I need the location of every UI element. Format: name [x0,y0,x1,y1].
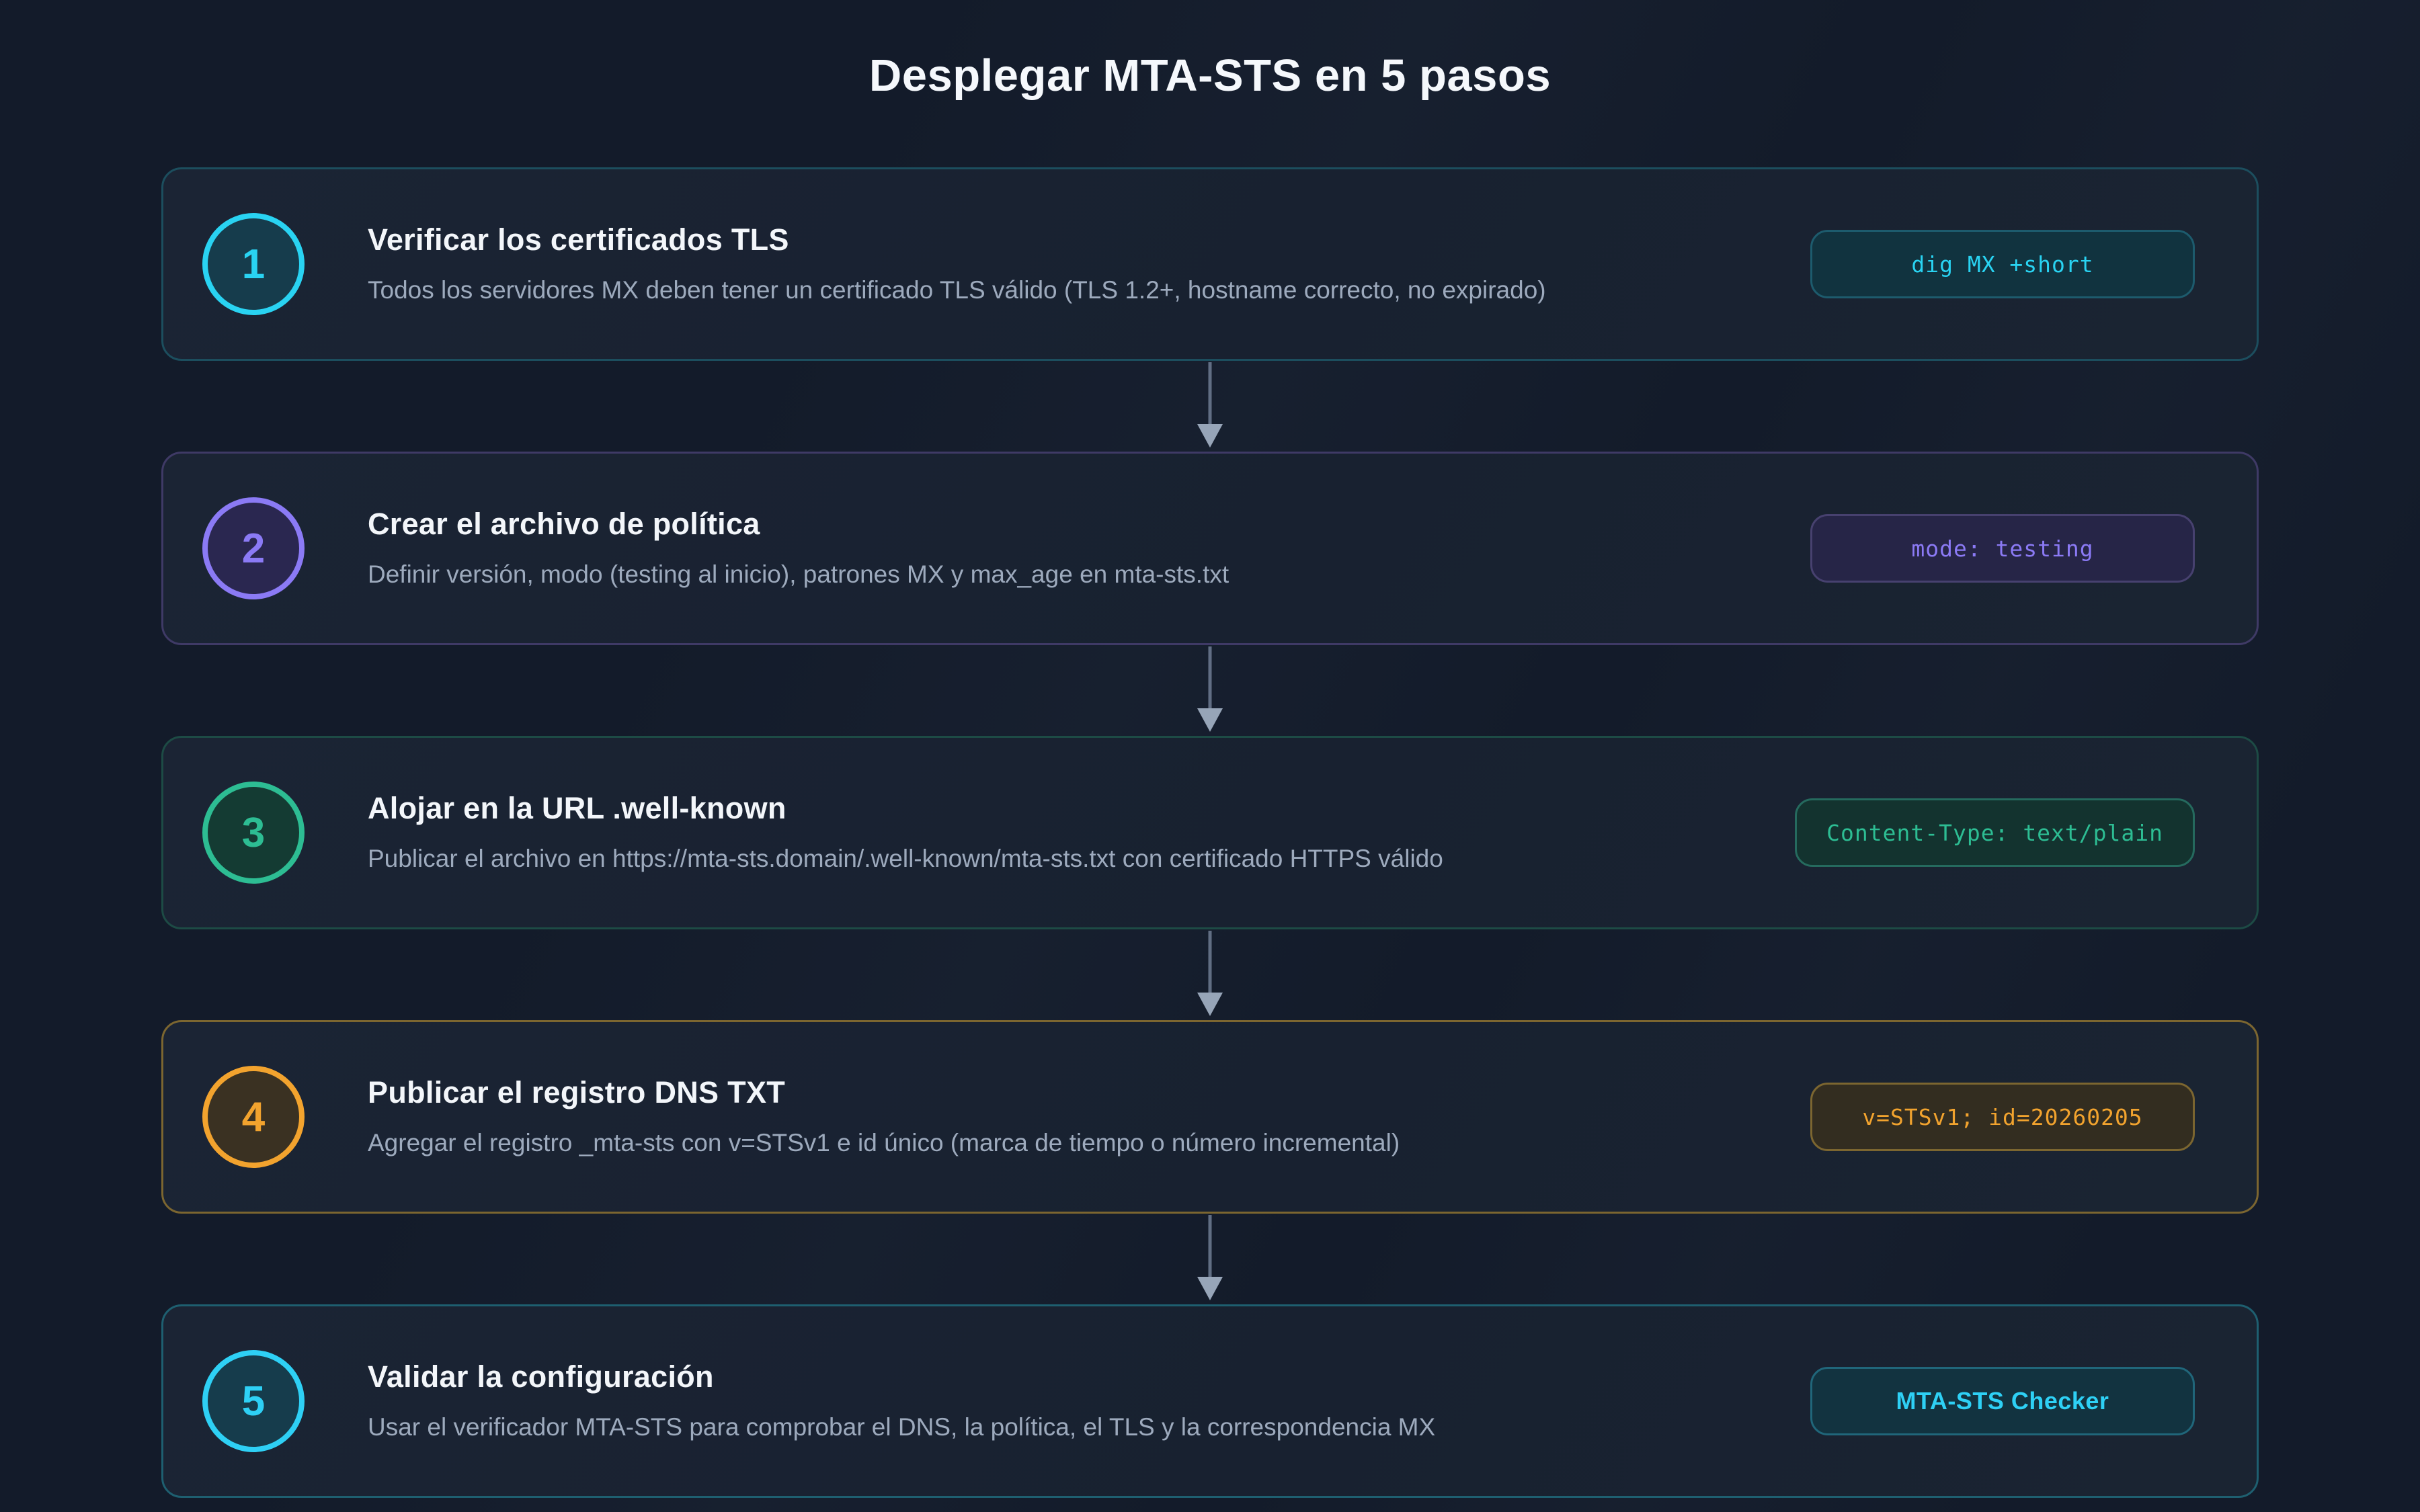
step-description: Agregar el registro _mta-sts con v=STSv1… [368,1128,1400,1159]
arrow-line [1209,931,1212,994]
arrow-down-icon [1197,424,1223,448]
step-code-badge: Content-Type: text/plain [1795,798,2195,867]
arrow-down-icon [1197,993,1223,1016]
step-description: Usar el verificador MTA-STS para comprob… [368,1412,1435,1443]
step-texts: Validar la configuración Usar el verific… [368,1359,1435,1443]
step-number-circle: 5 [202,1350,305,1452]
step-number: 3 [242,809,265,857]
arrow-down-icon [1197,1277,1223,1300]
flow-connector [161,929,2259,1020]
step-texts: Publicar el registro DNS TXT Agregar el … [368,1075,1400,1159]
step-texts: Alojar en la URL .well-known Publicar el… [368,791,1443,874]
step-number-circle: 1 [202,213,305,315]
step-description: Todos los servidores MX deben tener un c… [368,275,1546,306]
step-number: 2 [242,525,265,573]
step-description: Publicar el archivo en https://mta-sts.d… [368,843,1443,874]
step-code-badge: dig MX +short [1810,230,2195,298]
flow-connector [161,361,2259,452]
step-title: Validar la configuración [368,1359,1435,1394]
mta-sts-infographic: Desplegar MTA-STS en 5 pasos 1 Verificar… [0,0,2420,1512]
step-card-4-highlighted: 4 Publicar el registro DNS TXT Agregar e… [161,1020,2259,1214]
flow-connector [161,645,2259,736]
arrow-down-icon [1197,708,1223,732]
page-title: Desplegar MTA-STS en 5 pasos [0,0,2420,101]
arrow-line [1209,1215,1212,1278]
step-card-5: 5 Validar la configuración Usar el verif… [161,1304,2259,1498]
step-number-circle: 4 [202,1066,305,1168]
step-title: Alojar en la URL .well-known [368,791,1443,826]
step-title: Crear el archivo de política [368,507,1229,542]
step-number: 5 [242,1378,265,1425]
step-card-2: 2 Crear el archivo de política Definir v… [161,452,2259,645]
mta-sts-checker-button[interactable]: MTA-STS Checker [1810,1367,2195,1435]
step-card-1: 1 Verificar los certificados TLS Todos l… [161,167,2259,361]
arrow-line [1209,646,1212,710]
step-number: 4 [242,1093,265,1141]
step-texts: Verificar los certificados TLS Todos los… [368,222,1546,306]
step-number-circle: 3 [202,782,305,884]
step-number: 1 [242,241,265,288]
step-texts: Crear el archivo de política Definir ver… [368,507,1229,590]
step-code-badge: v=STSv1; id=20260205 [1810,1083,2195,1151]
step-code-badge: mode: testing [1810,514,2195,583]
step-title: Verificar los certificados TLS [368,222,1546,257]
flow-connector [161,1214,2259,1304]
step-card-3: 3 Alojar en la URL .well-known Publicar … [161,736,2259,929]
step-title: Publicar el registro DNS TXT [368,1075,1400,1110]
step-description: Definir versión, modo (testing al inicio… [368,559,1229,590]
arrow-line [1209,362,1212,425]
step-number-circle: 2 [202,497,305,599]
steps-flow: 1 Verificar los certificados TLS Todos l… [161,167,2259,1498]
